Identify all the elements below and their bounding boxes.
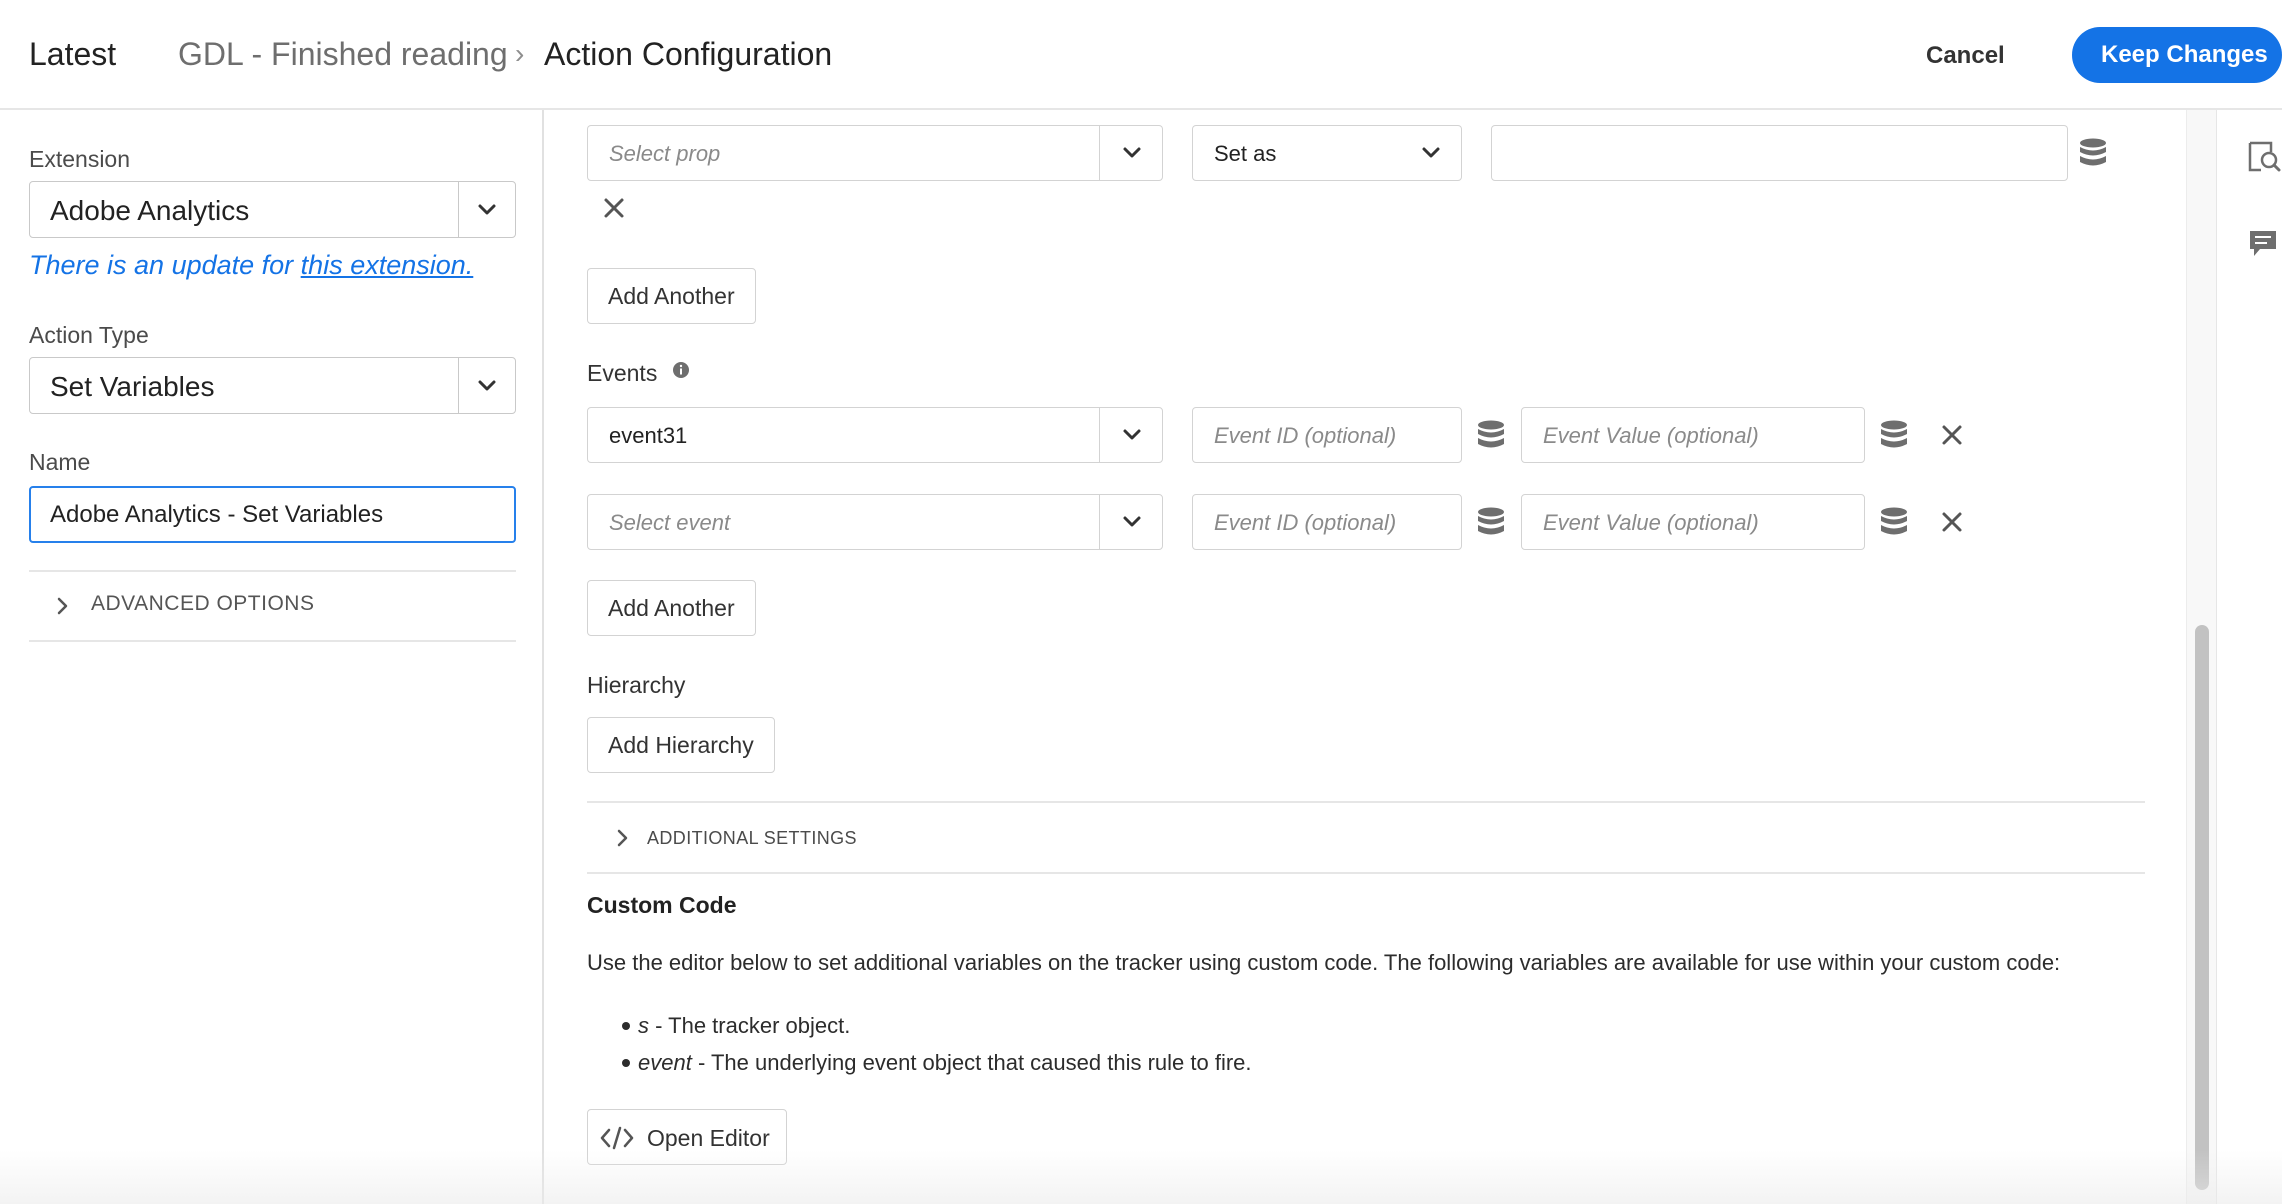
- event-value-input[interactable]: Event Value (optional): [1521, 407, 1865, 463]
- divider: [587, 801, 2145, 803]
- open-editor-label: Open Editor: [647, 1125, 770, 1151]
- info-icon[interactable]: [672, 361, 690, 379]
- extension-label: Extension: [29, 146, 131, 172]
- custom-code-heading: Custom Code: [587, 892, 737, 918]
- environment-label: Latest: [29, 36, 117, 72]
- select-divider: [1099, 495, 1100, 549]
- open-editor-button[interactable]: Open Editor: [587, 1109, 787, 1165]
- add-another-prop-button[interactable]: Add Another: [587, 268, 756, 324]
- name-field[interactable]: [29, 486, 516, 543]
- event-id-input[interactable]: Event ID (optional): [1192, 407, 1462, 463]
- prop-select-placeholder: Select prop: [609, 141, 721, 166]
- list-item: event - The underlying event object that…: [622, 1050, 1252, 1076]
- update-text: There is an update for: [29, 250, 301, 280]
- main-scrollbar[interactable]: [2186, 110, 2216, 1204]
- divider: [587, 872, 2145, 874]
- name-label: Name: [29, 449, 91, 475]
- additional-settings-label: ADDITIONAL SETTINGS: [647, 828, 857, 848]
- data-element-icon[interactable]: [1475, 419, 1507, 451]
- chevron-down-icon[interactable]: [1419, 141, 1443, 165]
- right-rail: [2216, 110, 2282, 1204]
- data-element-icon[interactable]: [1475, 506, 1507, 538]
- hierarchy-label: Hierarchy: [587, 672, 686, 698]
- cancel-button[interactable]: Cancel: [1926, 42, 2005, 70]
- add-hierarchy-button[interactable]: Add Hierarchy: [587, 717, 775, 773]
- bullet-dot: [622, 1022, 630, 1030]
- chevron-down-icon[interactable]: [1120, 141, 1144, 165]
- chevron-right-icon: [617, 829, 628, 847]
- action-config-main: Select prop Set as Add Another Events ev…: [546, 110, 2191, 1204]
- add-another-event-button[interactable]: Add Another: [587, 580, 756, 636]
- select-divider: [1099, 126, 1100, 180]
- close-icon[interactable]: [1940, 510, 1964, 534]
- event-select[interactable]: event31: [587, 407, 1163, 463]
- event-id-input[interactable]: Event ID (optional): [1192, 494, 1462, 550]
- breadcrumb-separator: ›: [515, 38, 525, 69]
- chevron-down-icon[interactable]: [475, 198, 499, 222]
- event-value-placeholder: Event Value (optional): [1543, 423, 1759, 448]
- action-type-select[interactable]: Set Variables: [29, 357, 516, 414]
- top-bar: Latest GDL - Finished reading › Action C…: [0, 0, 2282, 110]
- select-divider: [458, 358, 459, 413]
- chevron-right-icon: [57, 597, 68, 615]
- prop-mode-select[interactable]: Set as: [1192, 125, 1462, 181]
- close-icon[interactable]: [1940, 423, 1964, 447]
- update-notice: There is an update for this extension.: [29, 250, 473, 281]
- data-element-icon[interactable]: [1878, 419, 1910, 451]
- update-extension-link[interactable]: this extension.: [301, 250, 474, 280]
- data-element-icon[interactable]: [1878, 506, 1910, 538]
- left-config-panel: Extension Adobe Analytics There is an up…: [0, 110, 544, 1204]
- event-id-placeholder: Event ID (optional): [1214, 423, 1397, 448]
- scrollbar-thumb[interactable]: [2195, 625, 2209, 1190]
- extension-select[interactable]: Adobe Analytics: [29, 181, 516, 238]
- close-icon[interactable]: [602, 196, 626, 220]
- event-value-input[interactable]: Event Value (optional): [1521, 494, 1865, 550]
- code-icon: [600, 1126, 634, 1150]
- prop-select[interactable]: Select prop: [587, 125, 1163, 181]
- event-select[interactable]: Select event: [587, 494, 1163, 550]
- event-id-placeholder: Event ID (optional): [1214, 510, 1397, 535]
- data-element-icon[interactable]: [2077, 137, 2109, 169]
- page-title: Action Configuration: [544, 36, 833, 72]
- action-type-value: Set Variables: [50, 371, 215, 402]
- variable-name: s: [638, 1013, 649, 1038]
- advanced-options-label: ADVANCED OPTIONS: [91, 592, 315, 615]
- action-type-label: Action Type: [29, 322, 149, 348]
- extension-value: Adobe Analytics: [50, 195, 250, 226]
- event-value-placeholder: Event Value (optional): [1543, 510, 1759, 535]
- event-select-value: event31: [609, 423, 688, 448]
- event-select-placeholder: Select event: [609, 510, 731, 535]
- prop-value-input[interactable]: [1491, 125, 2068, 181]
- comment-icon[interactable]: [2247, 228, 2279, 260]
- chevron-down-icon[interactable]: [1120, 510, 1144, 534]
- chevron-down-icon[interactable]: [475, 374, 499, 398]
- divider: [29, 640, 516, 642]
- keep-changes-button[interactable]: Keep Changes: [2072, 27, 2282, 83]
- chevron-down-icon[interactable]: [1120, 423, 1144, 447]
- list-item: s - The tracker object.: [622, 1013, 851, 1039]
- variable-desc: - The underlying event object that cause…: [691, 1050, 1252, 1075]
- select-divider: [1099, 408, 1100, 462]
- events-label: Events: [587, 360, 658, 386]
- custom-code-description: Use the editor below to set additional v…: [587, 950, 2061, 975]
- prop-mode-value: Set as: [1214, 141, 1277, 166]
- breadcrumb-rule-link[interactable]: GDL - Finished reading: [178, 36, 508, 73]
- additional-settings-toggle[interactable]: ADDITIONAL SETTINGS: [614, 824, 1014, 854]
- variable-desc: - The tracker object.: [649, 1013, 851, 1038]
- preview-icon[interactable]: [2247, 140, 2281, 174]
- variable-name: event: [638, 1050, 692, 1075]
- bullet-dot: [622, 1059, 630, 1067]
- divider: [29, 570, 516, 572]
- select-divider: [458, 182, 459, 237]
